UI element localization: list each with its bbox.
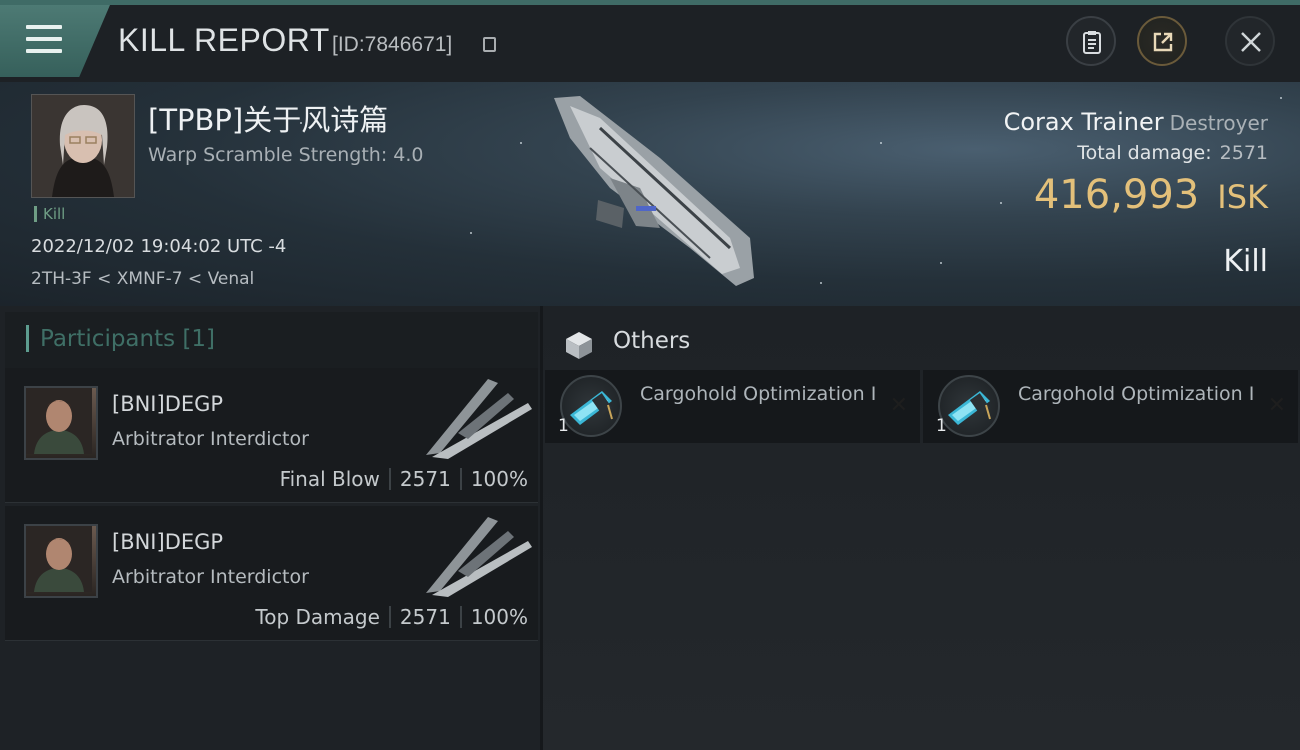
participant-ship: Arbitrator Interdictor — [112, 428, 309, 450]
victim-avatar[interactable] — [31, 94, 135, 198]
top-bar: KILL REPORT [ID:7846671] — [0, 0, 1300, 82]
item-quantity: 1 — [936, 416, 947, 436]
clipboard-button[interactable] — [1066, 16, 1116, 66]
ship-name: Corax Trainer — [1003, 108, 1164, 136]
participant-name: [BNI]DEGP — [112, 530, 224, 554]
close-button[interactable] — [1225, 16, 1275, 66]
kill-tag: Kill — [34, 206, 65, 222]
header-accent-bar — [26, 325, 29, 352]
hamburger-icon — [26, 25, 62, 55]
cargohold-module-icon — [938, 375, 1000, 437]
victim-summary: [TPBP]关于风诗篇 Warp Scramble Strength: 4.0 … — [0, 82, 1300, 306]
participant-role: Final Blow — [279, 467, 380, 491]
share-icon — [1153, 32, 1173, 52]
divider — [459, 606, 462, 628]
item-card[interactable]: 1 Cargohold Optimization I ✕ — [923, 370, 1298, 443]
kill-timestamp: 2022/12/02 19:04:02 UTC -4 — [31, 236, 287, 257]
others-title: Others — [613, 328, 691, 354]
destroyed-icon: ✕ — [889, 393, 908, 418]
isk-unit: ISK — [1217, 178, 1268, 216]
others-panel: Others 1 Cargohold Optimization I ✕ 1 Ca… — [543, 306, 1300, 750]
cargohold-module-icon — [560, 375, 622, 437]
victim-ship-image — [554, 96, 754, 286]
total-damage-value: 2571 — [1219, 142, 1268, 164]
menu-button[interactable] — [0, 5, 110, 77]
total-damage-label: Total damage: — [1077, 142, 1212, 164]
participants-panel: Participants [1] [BNI]DEGP Arbitrator In… — [0, 306, 543, 750]
participant-percent: 100% — [470, 605, 528, 629]
report-id: [ID:7846671] — [332, 33, 453, 56]
warp-scramble-strength: Warp Scramble Strength: 4.0 — [148, 144, 424, 166]
isk-value: 416,993 ISK — [1034, 172, 1268, 218]
participant-stats: Final Blow 2571 100% — [280, 467, 528, 491]
victim-ship[interactable]: Corax Trainer Destroyer — [1004, 108, 1268, 136]
divider — [388, 468, 391, 490]
isk-amount: 416,993 — [1033, 172, 1200, 218]
total-damage: Total damage: 2571 — [1077, 142, 1268, 164]
divider — [388, 606, 391, 628]
participant-stats: Top Damage 2571 100% — [255, 605, 528, 629]
participants-header: Participants [1] — [5, 312, 538, 368]
participant-avatar[interactable] — [24, 524, 98, 598]
cube-icon — [566, 332, 592, 359]
participant-ship: Arbitrator Interdictor — [112, 566, 309, 588]
kill-location[interactable]: 2TH-3F < XMNF-7 < Venal — [31, 269, 254, 289]
participant-role: Top Damage — [255, 605, 380, 629]
divider — [459, 468, 462, 490]
participant-ship-image — [426, 517, 532, 597]
item-card[interactable]: 1 Cargohold Optimization I ✕ — [545, 370, 920, 443]
item-name: Cargohold Optimization I — [640, 383, 877, 405]
ship-class: Destroyer — [1169, 111, 1268, 135]
participant-percent: 100% — [470, 467, 528, 491]
participant-damage: 2571 — [399, 605, 451, 629]
close-icon — [1241, 32, 1261, 52]
destroyed-icon: ✕ — [1267, 393, 1286, 418]
participant-row[interactable]: [BNI]DEGP Arbitrator Interdictor Final B… — [5, 368, 538, 503]
page-title: KILL REPORT — [118, 22, 330, 58]
participant-ship-image — [426, 379, 532, 459]
kill-outcome: Kill — [1223, 244, 1268, 279]
participant-damage: 2571 — [399, 467, 451, 491]
others-header: Others — [543, 312, 1300, 368]
victim-name[interactable]: [TPBP]关于风诗篇 — [148, 97, 388, 139]
participants-title: Participants [1] — [40, 326, 215, 352]
accent-line — [0, 0, 1300, 5]
item-name: Cargohold Optimization I — [1018, 383, 1255, 405]
item-quantity: 1 — [558, 416, 569, 436]
copy-icon[interactable] — [483, 37, 496, 52]
participant-row[interactable]: [BNI]DEGP Arbitrator Interdictor Top Dam… — [5, 506, 538, 641]
share-button[interactable] — [1137, 16, 1187, 66]
participant-name: [BNI]DEGP — [112, 392, 224, 416]
participant-avatar[interactable] — [24, 386, 98, 460]
clipboard-icon — [1083, 31, 1101, 54]
